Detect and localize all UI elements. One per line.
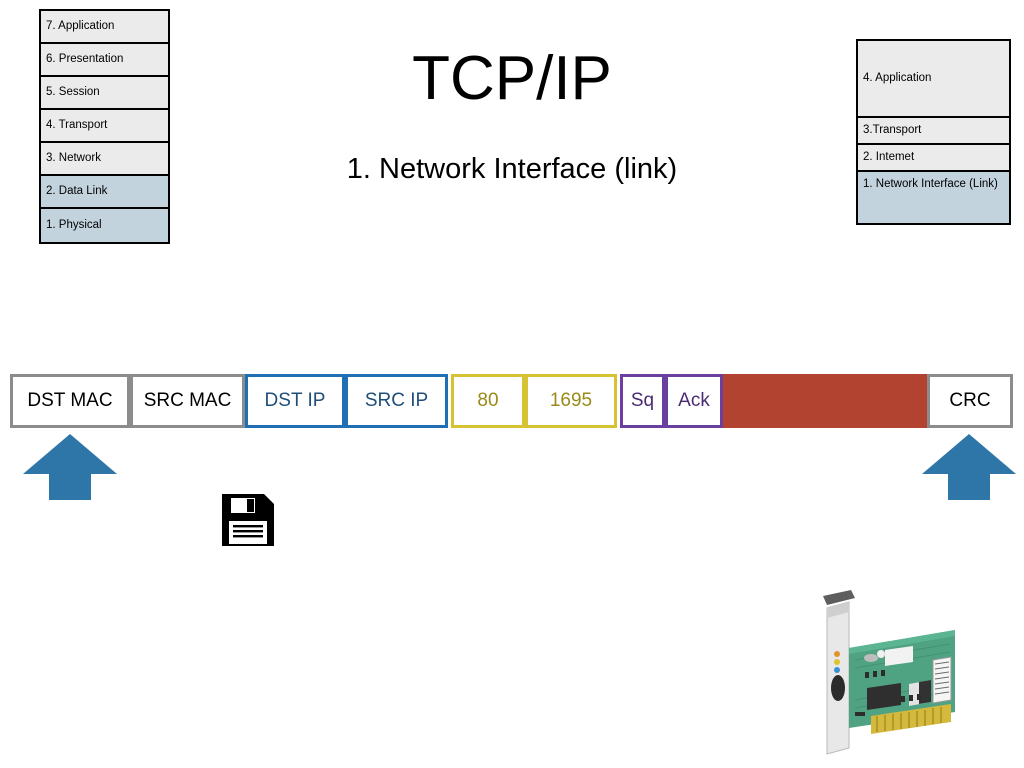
tcpip-layer-3: 3.Transport (858, 118, 1009, 145)
packet-field-crc: CRC (927, 374, 1013, 428)
up-arrow-icon-left (21, 432, 119, 500)
packet-field-ack: Ack (665, 374, 723, 428)
packet-field-dst-mac: DST MAC (10, 374, 130, 428)
packet-field-dst-ip: DST IP (245, 374, 345, 428)
up-arrow-icon-right (920, 432, 1018, 500)
packet-field-label: DST IP (264, 390, 326, 412)
packet-field-label: SRC MAC (143, 390, 232, 412)
packet-field-label: 1695 (549, 390, 593, 412)
page-title: TCP/IP (412, 44, 612, 113)
osi-layer-label: 2. Data Link (46, 185, 108, 198)
page-subtitle: 1. Network Interface (link) (346, 153, 678, 185)
osi-layer-4: 4. Transport (41, 110, 168, 143)
packet-field-label: Ack (678, 390, 710, 412)
packet-field-label: Sq (630, 390, 655, 412)
save-floppy-disk-icon (220, 492, 276, 548)
osi-layer-label: 7. Application (46, 20, 115, 33)
packet-field-src-mac: SRC MAC (130, 374, 245, 428)
osi-layer-1: 1. Physical (41, 209, 168, 242)
packet-field-payload (723, 374, 927, 428)
packet-field-seq: Sq (620, 374, 665, 428)
packet-field-src-ip: SRC IP (345, 374, 448, 428)
network-interface-card-image (805, 588, 973, 760)
osi-layer-label: 1. Physical (46, 219, 102, 232)
packet-diagram: DST MAC SRC MAC DST IP SRC IP 80 1695 Sq… (0, 374, 1024, 428)
packet-field-label: 80 (477, 390, 499, 412)
tcpip-layer-label: 3.Transport (863, 123, 922, 136)
packet-field-label: SRC IP (364, 390, 429, 412)
osi-layer-label: 4. Transport (46, 119, 108, 132)
osi-layer-7: 7. Application (41, 11, 168, 44)
packet-field-label: DST MAC (27, 390, 113, 412)
packet-field-dst-port: 80 (451, 374, 525, 428)
packet-field-src-port: 1695 (525, 374, 617, 428)
packet-field-label: CRC (949, 390, 991, 412)
osi-model-stack: 7. Application 6. Presentation 5. Sessio… (39, 9, 170, 244)
